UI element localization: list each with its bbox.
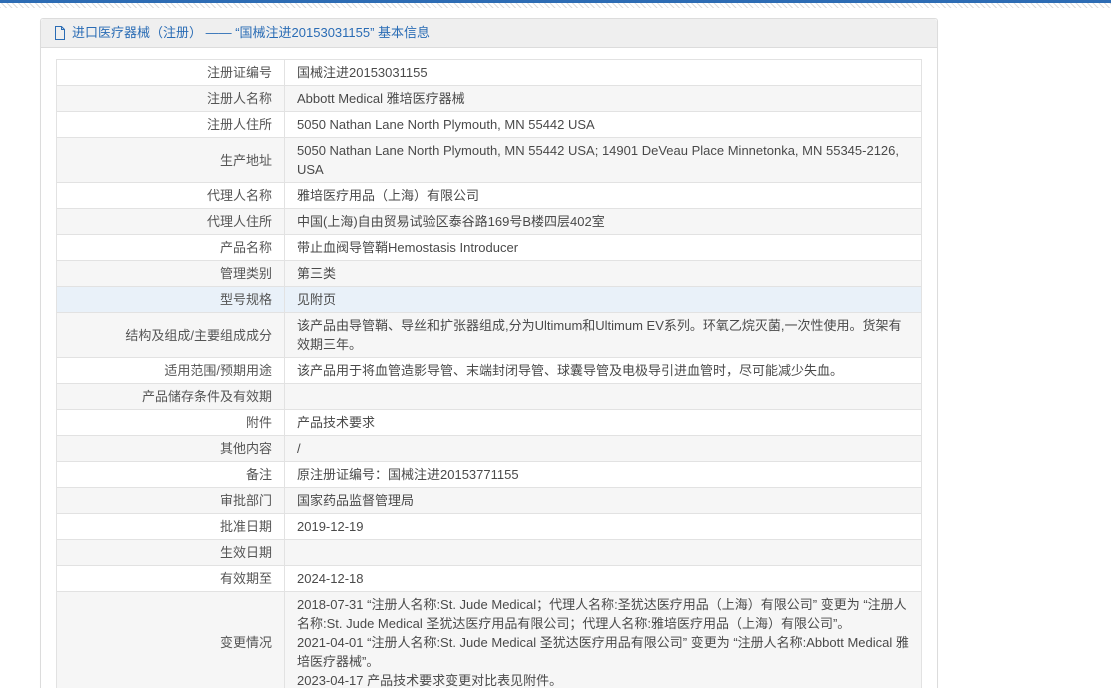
row-label: 附件 xyxy=(246,415,272,430)
row-label: 代理人住所 xyxy=(207,214,272,229)
table-row: 注册证编号 国械注进20153031155 xyxy=(57,60,922,86)
table-row: 批准日期 2019-12-19 xyxy=(57,514,922,540)
row-value: 5050 Nathan Lane North Plymouth, MN 5544… xyxy=(285,112,922,138)
row-value: 原注册证编号：国械注进20153771155 xyxy=(285,462,922,488)
change-record-line: 2023-04-17 产品技术要求变更对比表见附件。 xyxy=(297,671,909,688)
table-row: 变更情况 2018-07-31 “注册人名称:St. Jude Medical；… xyxy=(57,592,922,688)
row-value: 第三类 xyxy=(285,261,922,287)
row-label: 注册人住所 xyxy=(207,117,272,132)
row-value: 5050 Nathan Lane North Plymouth, MN 5544… xyxy=(285,138,922,183)
row-label: 审批部门 xyxy=(220,493,272,508)
table-row: 审批部门 国家药品监督管理局 xyxy=(57,488,922,514)
row-value: 中国(上海)自由贸易试验区泰谷路169号B楼四层402室 xyxy=(285,209,922,235)
table-row: 生效日期 xyxy=(57,540,922,566)
row-value: Abbott Medical 雅培医疗器械 xyxy=(285,86,922,112)
row-value: 2018-07-31 “注册人名称:St. Jude Medical；代理人名称… xyxy=(285,592,922,688)
table-row: 有效期至 2024-12-18 xyxy=(57,566,922,592)
row-value: 见附页 xyxy=(285,287,922,313)
table-row: 注册人名称 Abbott Medical 雅培医疗器械 xyxy=(57,86,922,112)
panel-body: 注册证编号 国械注进20153031155 注册人名称 Abbott Medic… xyxy=(41,48,937,688)
row-value: 雅培医疗用品（上海）有限公司 xyxy=(285,183,922,209)
row-label: 代理人名称 xyxy=(207,188,272,203)
row-value xyxy=(285,540,922,566)
table-row: 生产地址 5050 Nathan Lane North Plymouth, MN… xyxy=(57,138,922,183)
row-label: 结构及组成/主要组成成分 xyxy=(125,328,272,343)
row-label: 管理类别 xyxy=(220,266,272,281)
table-row: 备注 原注册证编号：国械注进20153771155 xyxy=(57,462,922,488)
table-row: 其他内容 / xyxy=(57,436,922,462)
table-row: 适用范围/预期用途 该产品用于将血管造影导管、末端封闭导管、球囊导管及电极导引进… xyxy=(57,358,922,384)
row-label: 适用范围/预期用途 xyxy=(164,363,272,378)
registration-info-table: 注册证编号 国械注进20153031155 注册人名称 Abbott Medic… xyxy=(56,59,922,688)
row-label: 注册证编号 xyxy=(207,65,272,80)
row-value: 2019-12-19 xyxy=(285,514,922,540)
table-row: 代理人住所 中国(上海)自由贸易试验区泰谷路169号B楼四层402室 xyxy=(57,209,922,235)
row-label: 其他内容 xyxy=(220,441,272,456)
row-value: 国家药品监督管理局 xyxy=(285,488,922,514)
basic-info-panel: 进口医疗器械（注册） —— “国械注进20153031155” 基本信息 注册证… xyxy=(40,18,938,688)
row-value: 带止血阀导管鞘Hemostasis Introducer xyxy=(285,235,922,261)
row-label: 有效期至 xyxy=(220,571,272,586)
table-row: 结构及组成/主要组成成分 该产品由导管鞘、导丝和扩张器组成,分为Ultimum和… xyxy=(57,313,922,358)
info-table-body: 注册证编号 国械注进20153031155 注册人名称 Abbott Medic… xyxy=(57,60,922,688)
change-record-line: 2018-07-31 “注册人名称:St. Jude Medical；代理人名称… xyxy=(297,595,909,633)
change-record-line: 2021-04-01 “注册人名称:St. Jude Medical 圣犹达医疗… xyxy=(297,633,909,671)
panel-header: 进口医疗器械（注册） —— “国械注进20153031155” 基本信息 xyxy=(41,19,937,48)
row-value: 该产品由导管鞘、导丝和扩张器组成,分为Ultimum和Ultimum EV系列。… xyxy=(285,313,922,358)
row-label: 变更情况 xyxy=(220,635,272,650)
row-label: 型号规格 xyxy=(220,292,272,307)
table-row: 管理类别 第三类 xyxy=(57,261,922,287)
table-row: 附件 产品技术要求 xyxy=(57,410,922,436)
row-value: 该产品用于将血管造影导管、末端封闭导管、球囊导管及电极导引进血管时，尽可能减少失… xyxy=(285,358,922,384)
table-row: 型号规格 见附页 xyxy=(57,287,922,313)
table-row: 注册人住所 5050 Nathan Lane North Plymouth, M… xyxy=(57,112,922,138)
row-value: 2024-12-18 xyxy=(285,566,922,592)
row-value xyxy=(285,384,922,410)
row-value: / xyxy=(285,436,922,462)
document-icon xyxy=(54,26,66,40)
table-row: 代理人名称 雅培医疗用品（上海）有限公司 xyxy=(57,183,922,209)
page-title: 进口医疗器械（注册） —— “国械注进20153031155” 基本信息 xyxy=(72,26,430,40)
row-label: 生产地址 xyxy=(220,153,272,168)
row-value: 产品技术要求 xyxy=(285,410,922,436)
table-row: 产品储存条件及有效期 xyxy=(57,384,922,410)
row-value: 国械注进20153031155 xyxy=(285,60,922,86)
row-label: 生效日期 xyxy=(220,545,272,560)
row-label: 批准日期 xyxy=(220,519,272,534)
hatch-decoration-band xyxy=(0,3,1111,8)
table-row: 产品名称 带止血阀导管鞘Hemostasis Introducer xyxy=(57,235,922,261)
row-label: 产品储存条件及有效期 xyxy=(142,389,272,404)
row-label: 备注 xyxy=(246,467,272,482)
row-label: 产品名称 xyxy=(220,240,272,255)
row-label: 注册人名称 xyxy=(207,91,272,106)
